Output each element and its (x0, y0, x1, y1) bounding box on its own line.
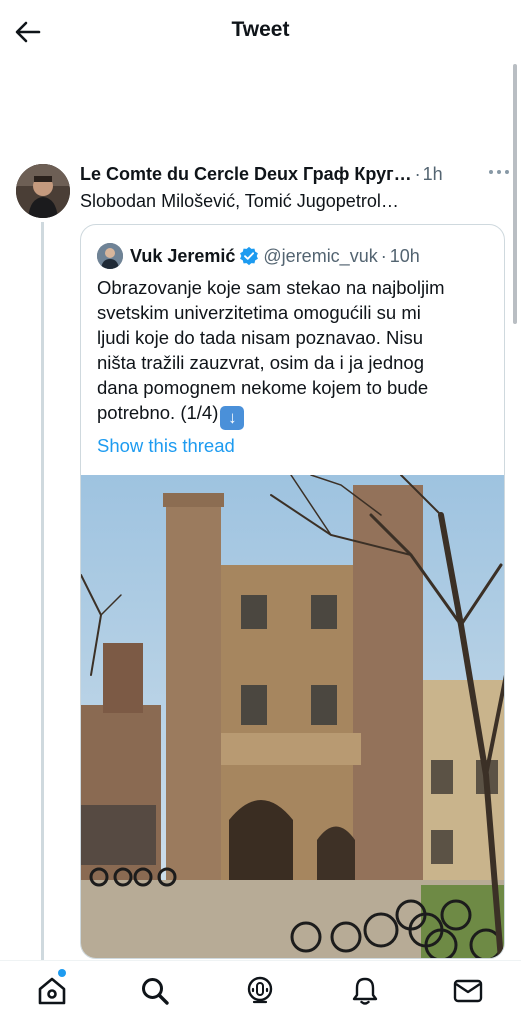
thread-line (41, 222, 44, 962)
quoted-author-avatar-image (97, 243, 123, 269)
tab-search[interactable] (135, 971, 175, 1011)
author-name[interactable]: Le Comte du Cercle Deux Граф Круг… (80, 164, 412, 185)
quoted-text-line: svetskim univerzitetima omogućili su mi (97, 302, 421, 323)
author-avatar-image (16, 164, 70, 218)
tab-messages[interactable] (448, 971, 488, 1011)
quoted-author-name[interactable]: Vuk Jeremić (130, 246, 235, 267)
quoted-author-avatar[interactable] (97, 243, 123, 269)
home-notification-dot (58, 969, 66, 977)
tweet[interactable]: Le Comte du Cercle Deux Граф Круг… · 1h … (0, 150, 521, 962)
top-app-bar: Tweet (0, 0, 521, 62)
quoted-tweet[interactable]: Vuk Jeremić @jeremic_vuk · 10h Obrazovan… (80, 224, 505, 959)
quoted-time-separator: · (380, 245, 387, 266)
show-thread-link[interactable]: Show this thread (97, 435, 235, 457)
down-arrow-emoji-icon: ↓ (220, 406, 245, 430)
post-text: Slobodan Milošević, Tomić Jugopetrol… (80, 191, 399, 211)
quoted-text-line: Obrazovanje koje sam stekao na najboljim (97, 277, 445, 298)
mail-icon (453, 979, 483, 1003)
quoted-author-handle[interactable]: @jeremic_vuk (263, 246, 377, 267)
more-options-button[interactable] (487, 160, 511, 184)
quoted-post-time[interactable]: 10h (390, 246, 420, 267)
more-dots-icon (489, 170, 509, 174)
page-title: Tweet (231, 18, 290, 41)
tab-spaces[interactable] (240, 971, 280, 1011)
bottom-tab-bar (0, 960, 521, 1024)
quoted-tweet-header: Vuk Jeremić @jeremic_vuk · 10h (97, 243, 420, 269)
quoted-text-line: ništa tražili zauzvrat, osim da i ja jed… (97, 352, 424, 373)
quoted-text-end: potrebno. (1/4) (97, 402, 219, 423)
search-icon (142, 978, 169, 1005)
home-icon (38, 977, 66, 1005)
post-time[interactable]: 1h (423, 164, 443, 185)
bell-icon (352, 977, 378, 1005)
spaces-icon (247, 976, 273, 1004)
tweet-header: Le Comte du Cercle Deux Граф Круг… · 1h (80, 162, 510, 186)
tab-notifications[interactable] (345, 971, 385, 1011)
quoted-text-line: dana pomognem nekome kojem to bude (97, 377, 429, 398)
quoted-tweet-photo[interactable] (81, 475, 505, 959)
quoted-text-line: ljudi koje do tada nisam poznavao. Nisu (97, 327, 423, 348)
tab-home[interactable] (32, 971, 72, 1011)
verified-badge-icon (240, 246, 259, 266)
author-avatar[interactable] (16, 164, 70, 218)
quoted-tweet-text: Obrazovanje koje sam stekao na najboljim… (97, 275, 497, 430)
quoted-text-last-line: potrebno. (1/4) ↓ (97, 400, 497, 430)
time-separator: · (414, 163, 421, 184)
